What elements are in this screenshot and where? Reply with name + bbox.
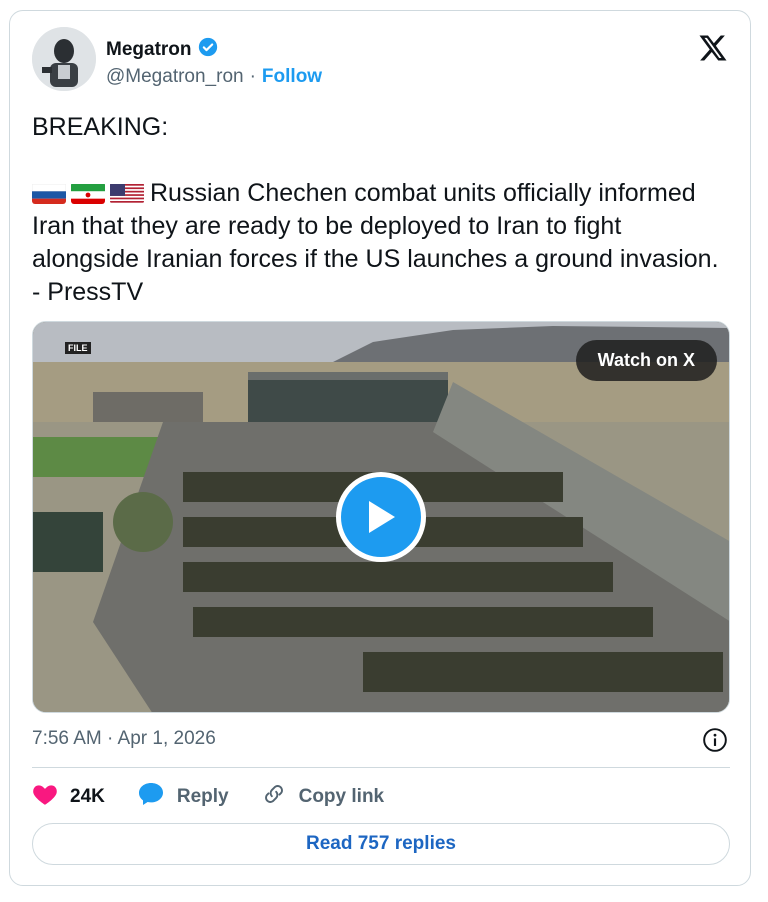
like-count: 24K [70,786,105,807]
reply-button[interactable]: Reply [137,781,229,813]
separator-dot: · [249,66,256,87]
author-handle[interactable]: @Megatron_ron [106,66,244,88]
link-icon [261,781,287,813]
tweet-headline: BREAKING: [32,113,169,141]
verified-badge-icon [198,37,218,62]
flags [32,182,144,204]
avatar[interactable] [32,27,96,91]
file-tag: FILE [65,342,91,354]
copy-link-label: Copy link [298,786,385,807]
author-name[interactable]: Megatron [106,39,192,61]
russia-flag-icon [32,182,66,204]
action-bar: 24K Reply Copy link [32,781,416,813]
tweet-text: BREAKING: Russian Chechen combat units o… [32,111,732,309]
heart-icon [32,782,58,812]
tweet-card: Megatron @Megatron_ron · Follow BREAKING… [9,10,751,886]
divider [32,767,730,768]
read-replies-button[interactable]: Read 757 replies [32,823,730,865]
reply-bubble-icon [137,781,165,813]
usa-flag-icon [110,182,144,204]
like-button[interactable]: 24K [32,782,105,812]
play-icon [363,497,399,537]
follow-button[interactable]: Follow [262,66,322,88]
video-player[interactable]: FILE Watch on X [32,321,730,713]
watch-on-x-button[interactable]: Watch on X [575,340,717,381]
timestamp[interactable]: 7:56 AM · Apr 1, 2026 [32,728,216,750]
reply-label: Reply [176,786,229,807]
copy-link-button[interactable]: Copy link [261,781,385,813]
iran-flag-icon [71,182,105,204]
play-button[interactable] [336,472,426,562]
